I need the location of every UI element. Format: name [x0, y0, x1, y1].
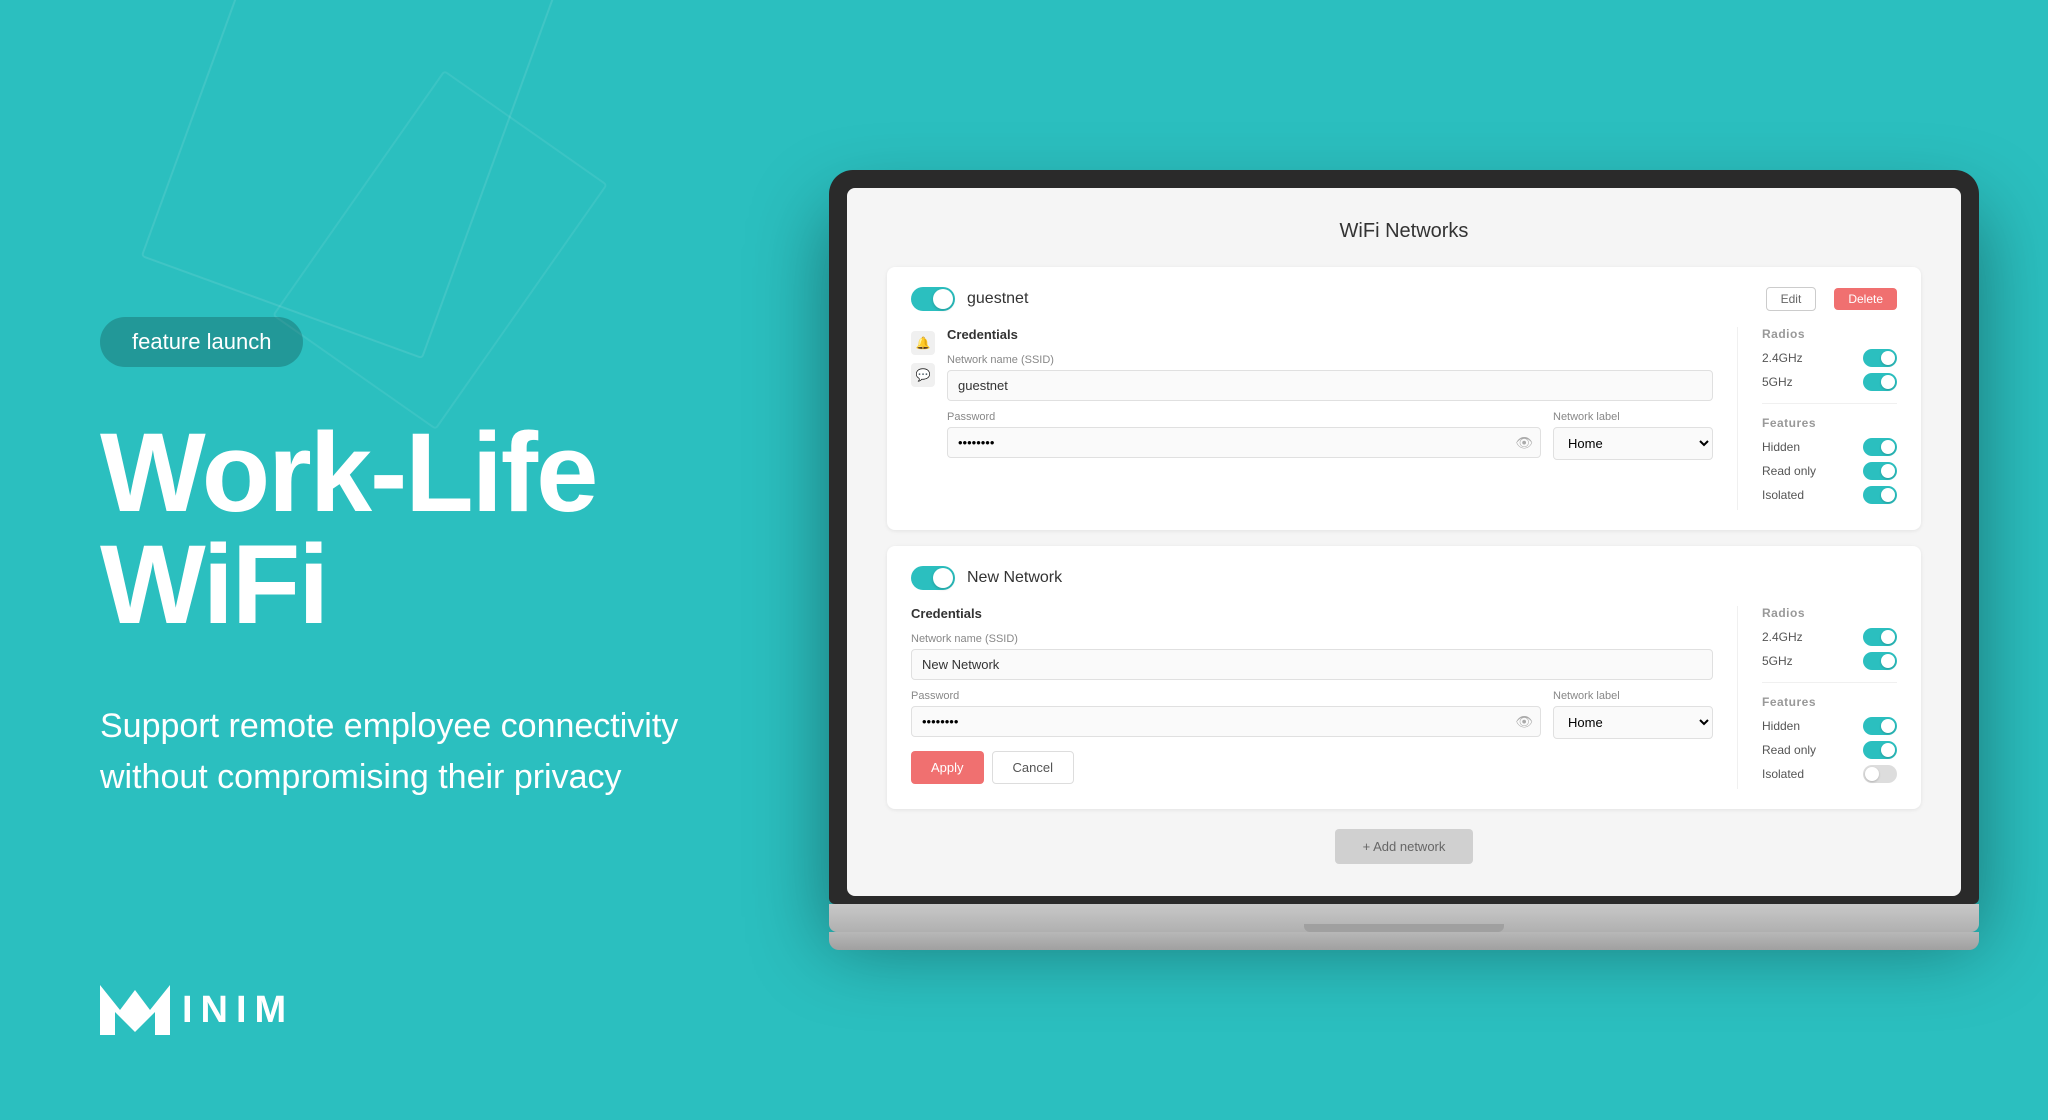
network-body-guestnet: 🔔 💬 Credentials Network name (SSID): [911, 327, 1897, 510]
password-wrap-new: 👁: [911, 706, 1541, 737]
network-label-select-guestnet[interactable]: Home Work Other: [1553, 427, 1713, 460]
toggle-5ghz-new[interactable]: [1863, 652, 1897, 670]
toggle-24ghz-new[interactable]: [1863, 628, 1897, 646]
subtext-line2: without compromising their privacy: [100, 758, 622, 796]
toggle-hidden-guestnet[interactable]: [1863, 438, 1897, 456]
radio-5-label-guestnet: 5GHz: [1762, 375, 1793, 389]
readonly-feature-guestnet: Read only: [1762, 462, 1897, 480]
network-card-new: New Network Credentials Network name (SS…: [887, 546, 1921, 809]
logo: INIM: [100, 980, 294, 1040]
subtext: Support remote employee connectivity wit…: [100, 701, 680, 803]
password-label-new: Password: [911, 690, 1541, 702]
eye-icon-guestnet[interactable]: 👁: [1515, 434, 1533, 451]
toggle-readonly-guestnet[interactable]: [1863, 462, 1897, 480]
cancel-button[interactable]: Cancel: [992, 751, 1074, 784]
password-row-guestnet: Password 👁 Network label: [947, 411, 1713, 460]
network-header-guestnet: guestnet Edit Delete: [911, 287, 1897, 311]
radios-title-new: Radios: [1762, 606, 1897, 620]
hidden-feature-new: Hidden: [1762, 717, 1897, 735]
isolated-label-new: Isolated: [1762, 767, 1804, 781]
toggle-5ghz-guestnet[interactable]: [1863, 373, 1897, 391]
radio-5-label-new: 5GHz: [1762, 654, 1793, 668]
side-icons-guestnet: 🔔 💬: [911, 327, 935, 460]
password-row-new: Password 👁 Network label: [911, 690, 1713, 739]
isolated-feature-guestnet: Isolated: [1762, 486, 1897, 504]
app-content: WiFi Networks guestnet Edit Delete: [847, 188, 1961, 896]
features-title-new: Features: [1762, 695, 1897, 709]
radio-24ghz-new: 2.4GHz: [1762, 628, 1897, 646]
readonly-label-new: Read only: [1762, 743, 1816, 757]
subtext-line1: Support remote employee connectivity: [100, 707, 678, 745]
credentials-section-new: Credentials Network name (SSID) Password…: [911, 606, 1713, 789]
logo-text: INIM: [182, 989, 294, 1032]
password-wrap-guestnet: 👁: [947, 427, 1541, 458]
hidden-label-guestnet: Hidden: [1762, 440, 1800, 454]
password-input-guestnet[interactable]: [947, 427, 1541, 458]
network-name-new: New Network: [967, 569, 1897, 587]
ssid-label-new: Network name (SSID): [911, 633, 1713, 645]
laptop-screen: WiFi Networks guestnet Edit Delete: [829, 170, 1979, 904]
radios-section-new: Radios 2.4GHz 5GHz Featur: [1737, 606, 1897, 789]
laptop-base: [829, 904, 1979, 932]
laptop-stand: [829, 932, 1979, 950]
ssid-input-new[interactable]: [911, 649, 1713, 680]
radios-title-guestnet: Radios: [1762, 327, 1897, 341]
app-title: WiFi Networks: [887, 220, 1921, 243]
delete-guestnet-button[interactable]: Delete: [1834, 288, 1897, 310]
radio-24ghz-guestnet: 2.4GHz: [1762, 349, 1897, 367]
readonly-label-guestnet: Read only: [1762, 464, 1816, 478]
bell-icon: 🔔: [911, 331, 935, 355]
hidden-label-new: Hidden: [1762, 719, 1800, 733]
laptop: WiFi Networks guestnet Edit Delete: [829, 170, 1979, 950]
network-label-select-new[interactable]: Home Work Other: [1553, 706, 1713, 739]
credentials-title-guestnet: Credentials: [947, 327, 1713, 342]
password-input-new[interactable]: [911, 706, 1541, 737]
feature-badge: feature launch: [100, 317, 303, 367]
hidden-feature-guestnet: Hidden: [1762, 438, 1897, 456]
left-panel: feature launch Work-Life WiFi Support re…: [0, 0, 760, 1120]
isolated-feature-new: Isolated: [1762, 765, 1897, 783]
credentials-section-guestnet: 🔔 💬 Credentials Network name (SSID): [911, 327, 1713, 510]
toggle-isolated-guestnet[interactable]: [1863, 486, 1897, 504]
logo-icon: [100, 980, 170, 1040]
message-icon: 💬: [911, 363, 935, 387]
readonly-feature-new: Read only: [1762, 741, 1897, 759]
ssid-label-guestnet: Network name (SSID): [947, 354, 1713, 366]
network-label-label-new: Network label: [1553, 690, 1713, 702]
toggle-hidden-new[interactable]: [1863, 717, 1897, 735]
radios-section-guestnet: Radios 2.4GHz 5GHz Featur: [1737, 327, 1897, 510]
toggle-isolated-new[interactable]: [1863, 765, 1897, 783]
password-label-guestnet: Password: [947, 411, 1541, 423]
app-screen: WiFi Networks guestnet Edit Delete: [847, 188, 1961, 896]
network-name-guestnet: guestnet: [967, 290, 1754, 308]
network-label-label-guestnet: Network label: [1553, 411, 1713, 423]
add-network-button[interactable]: + Add network: [1335, 829, 1474, 864]
toggle-new-network[interactable]: [911, 566, 955, 590]
features-title-guestnet: Features: [1762, 416, 1897, 430]
network-body-new: Credentials Network name (SSID) Password…: [911, 606, 1897, 789]
radio-24-label-guestnet: 2.4GHz: [1762, 351, 1803, 365]
radio-24-label-new: 2.4GHz: [1762, 630, 1803, 644]
radio-5ghz-new: 5GHz: [1762, 652, 1897, 670]
apply-button[interactable]: Apply: [911, 751, 984, 784]
ssid-input-guestnet[interactable]: [947, 370, 1713, 401]
network-header-new: New Network: [911, 566, 1897, 590]
edit-guestnet-button[interactable]: Edit: [1766, 287, 1817, 311]
eye-icon-new[interactable]: 👁: [1515, 713, 1533, 730]
action-row-new: Apply Cancel: [911, 751, 1713, 784]
isolated-label-guestnet: Isolated: [1762, 488, 1804, 502]
add-network-section: + Add network: [887, 829, 1921, 864]
radio-5ghz-guestnet: 5GHz: [1762, 373, 1897, 391]
network-card-guestnet: guestnet Edit Delete 🔔 💬: [887, 267, 1921, 530]
toggle-readonly-new[interactable]: [1863, 741, 1897, 759]
toggle-guestnet[interactable]: [911, 287, 955, 311]
headline: Work-Life WiFi: [100, 417, 680, 641]
toggle-24ghz-guestnet[interactable]: [1863, 349, 1897, 367]
credentials-title-new: Credentials: [911, 606, 1713, 621]
right-panel: WiFi Networks guestnet Edit Delete: [760, 0, 2048, 1120]
